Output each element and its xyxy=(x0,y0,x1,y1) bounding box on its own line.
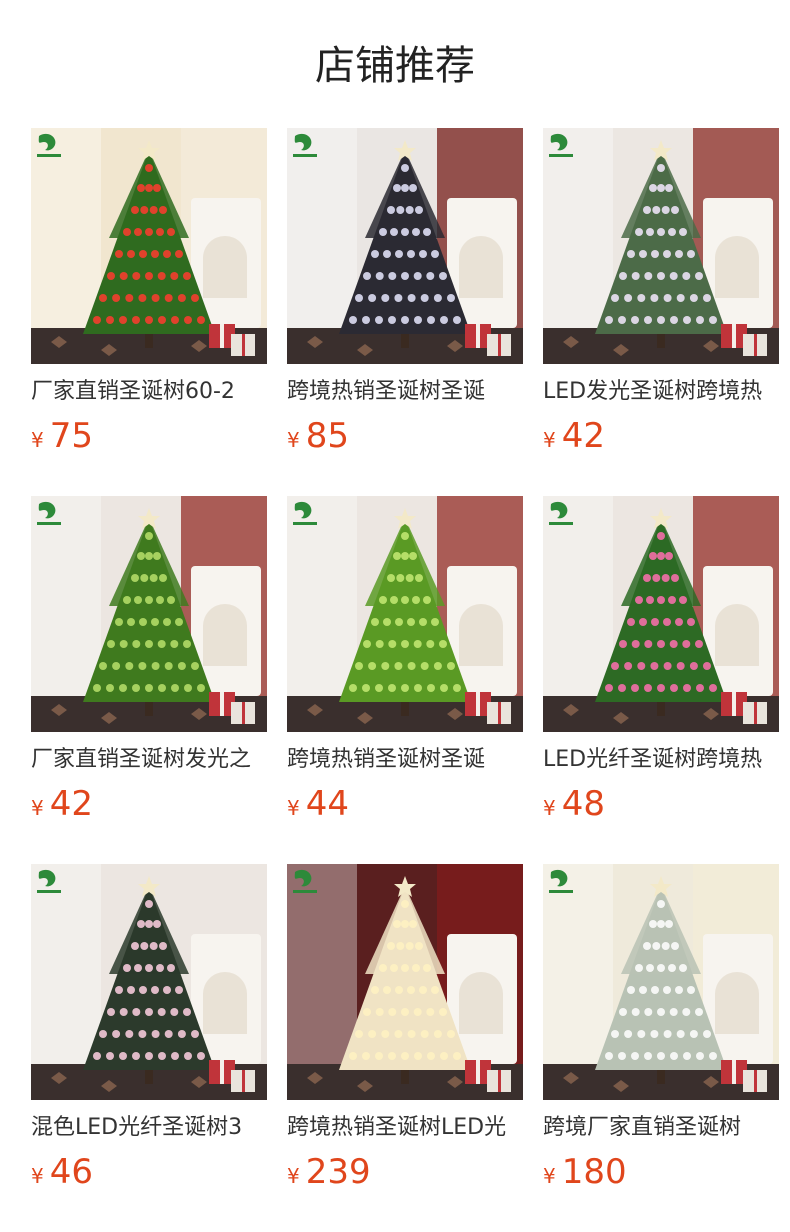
product-name[interactable]: 混色LED光纤圣诞树3 xyxy=(31,1112,267,1144)
product-card[interactable]: 厂家直销圣诞树发光之 ¥42 xyxy=(31,496,267,864)
product-name[interactable]: 厂家直销圣诞树60-2 xyxy=(31,376,267,408)
price-value: 180 xyxy=(561,1152,627,1192)
product-price: ¥75 xyxy=(31,414,93,458)
product-price: ¥42 xyxy=(543,414,605,458)
currency-symbol: ¥ xyxy=(543,428,556,452)
product-name[interactable]: 跨境热销圣诞树LED光 xyxy=(287,1112,523,1144)
product-image[interactable] xyxy=(287,128,523,364)
product-price: ¥239 xyxy=(287,1150,371,1194)
currency-symbol: ¥ xyxy=(31,796,44,820)
product-image[interactable] xyxy=(543,496,779,732)
price-value: 42 xyxy=(49,784,93,824)
price-value: 85 xyxy=(305,416,349,456)
product-image[interactable] xyxy=(31,128,267,364)
product-name[interactable]: 跨境热销圣诞树圣诞 xyxy=(287,376,523,408)
price-value: 44 xyxy=(305,784,349,824)
product-card[interactable]: 跨境热销圣诞树圣诞 ¥85 xyxy=(287,128,523,496)
product-image[interactable] xyxy=(287,496,523,732)
product-card[interactable]: 跨境厂家直销圣诞树 ¥180 xyxy=(543,864,779,1232)
currency-symbol: ¥ xyxy=(287,796,300,820)
product-image[interactable] xyxy=(287,864,523,1100)
price-value: 42 xyxy=(561,416,605,456)
currency-symbol: ¥ xyxy=(543,1164,556,1188)
product-card[interactable]: 跨境热销圣诞树LED光 ¥239 xyxy=(287,864,523,1232)
currency-symbol: ¥ xyxy=(287,428,300,452)
currency-symbol: ¥ xyxy=(543,796,556,820)
product-name[interactable]: 跨境热销圣诞树圣诞 xyxy=(287,744,523,776)
product-card[interactable]: 混色LED光纤圣诞树3 ¥46 xyxy=(31,864,267,1232)
currency-symbol: ¥ xyxy=(287,1164,300,1188)
product-card[interactable]: 跨境热销圣诞树圣诞 ¥44 xyxy=(287,496,523,864)
product-name[interactable]: 跨境厂家直销圣诞树 xyxy=(543,1112,779,1144)
product-price: ¥180 xyxy=(543,1150,627,1194)
product-name[interactable]: LED光纤圣诞树跨境热 xyxy=(543,744,779,776)
product-name[interactable]: 厂家直销圣诞树发光之 xyxy=(31,744,267,776)
product-card[interactable]: 厂家直销圣诞树60-2 ¥75 xyxy=(31,128,267,496)
product-image[interactable] xyxy=(543,864,779,1100)
page-title: 店铺推荐 xyxy=(315,43,475,89)
product-name[interactable]: LED发光圣诞树跨境热 xyxy=(543,376,779,408)
product-price: ¥42 xyxy=(31,782,93,826)
price-value: 46 xyxy=(49,1152,93,1192)
product-image[interactable] xyxy=(543,128,779,364)
product-image[interactable] xyxy=(31,496,267,732)
product-price: ¥85 xyxy=(287,414,349,458)
product-grid: 厂家直销圣诞树60-2 ¥75 跨境热销圣诞树圣诞 ¥85 LED发光圣诞树跨境热 ¥42… xyxy=(31,128,779,1232)
currency-symbol: ¥ xyxy=(31,428,44,452)
price-value: 48 xyxy=(561,784,605,824)
product-price: ¥48 xyxy=(543,782,605,826)
product-card[interactable]: LED发光圣诞树跨境热 ¥42 xyxy=(543,128,779,496)
product-card[interactable]: LED光纤圣诞树跨境热 ¥48 xyxy=(543,496,779,864)
price-value: 239 xyxy=(305,1152,371,1192)
currency-symbol: ¥ xyxy=(31,1164,44,1188)
product-price: ¥44 xyxy=(287,782,349,826)
price-value: 75 xyxy=(49,416,93,456)
product-price: ¥46 xyxy=(31,1150,93,1194)
product-image[interactable] xyxy=(31,864,267,1100)
